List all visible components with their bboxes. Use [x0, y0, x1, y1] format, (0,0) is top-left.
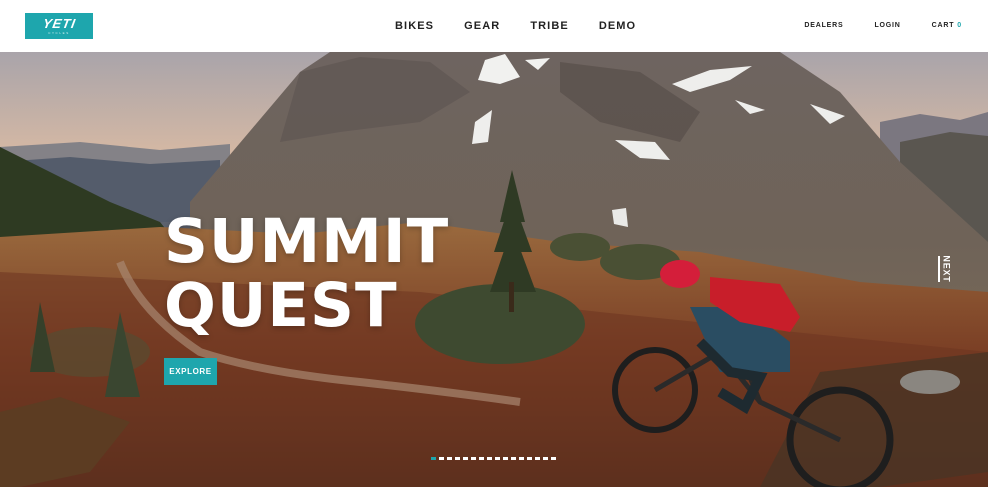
yeti-logo[interactable]: YETI CYCLES — [25, 13, 93, 39]
slide-dot[interactable] — [479, 457, 484, 460]
slide-dot[interactable] — [487, 457, 492, 460]
next-label: NEXT — [942, 255, 953, 283]
nav-demo[interactable]: DEMO — [599, 19, 636, 33]
utility-nav: DEALERS LOGIN CART 0 — [773, 21, 962, 31]
logo-subtext: CYCLES — [48, 30, 70, 35]
slide-dot[interactable] — [511, 457, 516, 460]
hero-title: SUMMIT QUEST — [164, 210, 449, 338]
hero-slider: SUMMIT QUEST EXPLORE NEXT — [0, 52, 988, 487]
dealers-link[interactable]: DEALERS — [804, 21, 843, 31]
cart-label: CART — [931, 22, 955, 29]
cart-count: 0 — [957, 22, 962, 29]
slide-dot[interactable] — [431, 457, 436, 460]
slide-dot[interactable] — [439, 457, 444, 460]
site-header: YETI CYCLES BIKES GEAR TRIBE DEMO DEALER… — [0, 0, 988, 52]
hero-title-line-1: SUMMIT — [164, 206, 450, 277]
slide-dot[interactable] — [447, 457, 452, 460]
explore-button[interactable]: EXPLORE — [164, 358, 217, 385]
hero-background-image — [0, 52, 988, 487]
next-slide-button[interactable]: NEXT — [938, 255, 954, 283]
slide-dot[interactable] — [463, 457, 468, 460]
nav-tribe[interactable]: TRIBE — [530, 19, 569, 33]
slide-dot[interactable] — [527, 457, 532, 460]
hero-title-line-2: QUEST — [164, 270, 398, 341]
slide-dot[interactable] — [495, 457, 500, 460]
nav-gear[interactable]: GEAR — [464, 19, 500, 33]
login-link[interactable]: LOGIN — [874, 21, 900, 31]
cart-link[interactable]: CART 0 — [932, 21, 962, 31]
slide-dot[interactable] — [471, 457, 476, 460]
nav-bikes[interactable]: BIKES — [395, 19, 434, 33]
logo-text: YETI — [41, 15, 77, 31]
slide-dot[interactable] — [535, 457, 540, 460]
slide-pagination — [431, 457, 559, 460]
slide-dot[interactable] — [551, 457, 556, 460]
slide-dot[interactable] — [519, 457, 524, 460]
main-nav: BIKES GEAR TRIBE DEMO — [395, 19, 666, 33]
slide-dot[interactable] — [455, 457, 460, 460]
slide-dot[interactable] — [503, 457, 508, 460]
slide-dot[interactable] — [543, 457, 548, 460]
